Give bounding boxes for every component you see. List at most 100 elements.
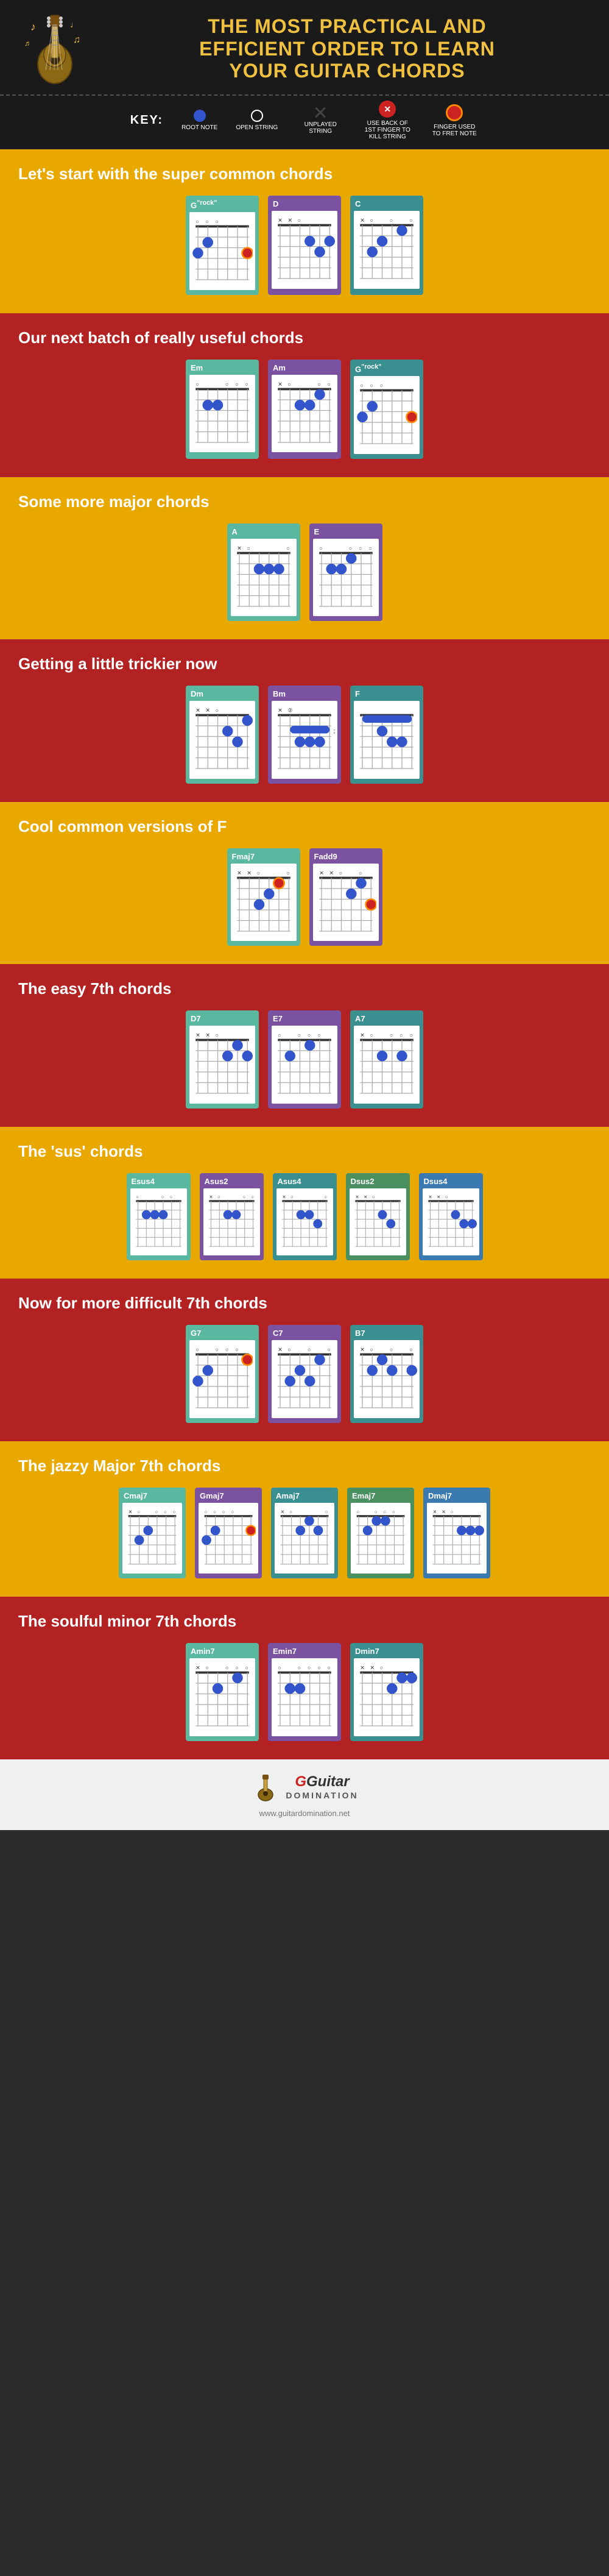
svg-text:✕: ✕ — [128, 1509, 133, 1514]
chord-name-d7: D7 — [189, 1014, 255, 1023]
svg-text:✕: ✕ — [360, 1032, 364, 1038]
chord-diagram-amaj7: ✕ ○ ○ — [277, 1506, 332, 1568]
svg-text:♩: ♩ — [70, 20, 79, 29]
chord-card-cmaj7: Cmaj7 ✕ ○ ○ ○ ○ — [119, 1488, 186, 1578]
chord-grid-asus4: ✕ ○ ○ — [276, 1188, 333, 1256]
chord-grid-dsus4: ✕ ✕ ○ — [423, 1188, 479, 1256]
footer-logo-g: G — [295, 1773, 306, 1790]
chord-diagram-am: ✕ ○ ○ ○ — [274, 378, 335, 447]
chord-card-c7: C7 ✕ ○ ○ ○ — [268, 1325, 341, 1423]
chord-diagram-emin7: ○ ○ ○ ○ ○ — [274, 1662, 335, 1731]
svg-text:✕: ✕ — [281, 1509, 285, 1514]
key-section: KEY: ROOT NOTE OPEN STRING UNPLAYED STRI… — [0, 94, 609, 149]
svg-text:○: ○ — [319, 545, 322, 551]
chord-diagram-fadd9: ✕ ✕ ○ ○ — [315, 867, 376, 936]
svg-text:○: ○ — [195, 1347, 199, 1353]
section-more-major: Some more major chords A ✕ ○ ○ — [0, 477, 609, 640]
section-difficult-7th: Now for more difficult 7th chords G7 ○ ○… — [0, 1279, 609, 1441]
svg-text:○: ○ — [216, 708, 219, 714]
chord-diagram-g-rock-2: ○ ○ ○ — [356, 380, 417, 449]
chord-grid-e7: ○ ○ ○ ○ — [272, 1026, 337, 1104]
svg-text:○: ○ — [368, 545, 371, 551]
svg-text:✕: ✕ — [195, 1032, 200, 1038]
svg-text:○: ○ — [205, 1509, 208, 1514]
chord-grid-am: ✕ ○ ○ ○ — [272, 375, 337, 453]
svg-text:○: ○ — [155, 1509, 158, 1514]
section-really-useful: Our next batch of really useful chords E… — [0, 313, 609, 477]
chord-name-em: Em — [189, 363, 255, 372]
chord-grid-fadd9: ✕ ✕ ○ ○ — [313, 864, 379, 942]
chords-row-jazzy-7th: Cmaj7 ✕ ○ ○ ○ ○ — [18, 1488, 591, 1578]
svg-text:○: ○ — [245, 1665, 248, 1671]
chord-name-dsus2: Dsus2 — [350, 1177, 406, 1186]
footer-logo: GGuitar — [286, 1773, 358, 1790]
svg-text:✕: ✕ — [237, 545, 241, 551]
fret-note-icon — [446, 104, 463, 121]
chord-name-c: C — [354, 199, 420, 208]
svg-text:✕: ✕ — [442, 1509, 446, 1514]
chord-name-fmaj7: Fmaj7 — [231, 852, 297, 861]
chord-name-a: A — [231, 527, 297, 536]
chord-diagram-em: ○ ○ ○ ○ — [192, 378, 253, 447]
svg-text:○: ○ — [286, 870, 289, 876]
svg-text:○: ○ — [213, 1509, 216, 1514]
chord-name-amaj7: Amaj7 — [275, 1491, 334, 1500]
svg-text:○: ○ — [375, 1509, 378, 1514]
chord-name-dmin7: Dmin7 — [354, 1647, 420, 1656]
chord-card-dmin7: Dmin7 ✕ ✕ ○ — [350, 1643, 423, 1741]
svg-text:○: ○ — [169, 1194, 172, 1199]
chord-name-g7: G7 — [189, 1329, 255, 1338]
svg-text:✕: ✕ — [278, 708, 282, 714]
svg-text:○: ○ — [308, 1347, 311, 1353]
svg-text:✕: ✕ — [319, 870, 323, 876]
chord-card-esus4: Esus4 ○ ○ ○ — [127, 1173, 191, 1261]
chord-diagram-fmaj7: ✕ ✕ ○ ○ — [233, 867, 294, 936]
svg-text:○: ○ — [289, 1509, 292, 1514]
chord-card-b7: B7 ✕ ○ ○ ○ — [350, 1325, 423, 1423]
chord-grid-cmaj7: ✕ ○ ○ ○ ○ — [122, 1503, 182, 1574]
svg-text:○: ○ — [256, 870, 259, 876]
chord-diagram-dm: ✕ ✕ ○ — [192, 704, 253, 773]
chord-card-emin7: Emin7 ○ ○ ○ ○ ○ — [268, 1643, 341, 1741]
chord-name-e: E — [313, 527, 379, 536]
svg-text:○: ○ — [349, 545, 352, 551]
svg-text:○: ○ — [225, 381, 228, 387]
chord-diagram-g7: ○ ○ ○ ○ — [192, 1344, 253, 1413]
chord-name-b7: B7 — [354, 1329, 420, 1338]
key-root-note: ROOT NOTE — [181, 110, 217, 131]
svg-text:○: ○ — [384, 1509, 387, 1514]
chord-card-d7: D7 ✕ ✕ ○ — [186, 1010, 259, 1109]
section-title-soulful-7th: The soulful minor 7th chords — [18, 1612, 591, 1631]
chord-grid-dm: ✕ ✕ ○ — [189, 701, 255, 779]
svg-text:○: ○ — [286, 545, 289, 551]
chord-grid-g7: ○ ○ ○ ○ — [189, 1340, 255, 1418]
unplayed-string-label: UNPLAYED STRING — [296, 121, 345, 135]
chord-diagram-amin7: ✕ ○ ○ ○ ○ — [192, 1662, 253, 1731]
svg-text:✕: ✕ — [355, 1194, 359, 1199]
svg-text:○: ○ — [371, 1194, 374, 1199]
svg-text:♫: ♫ — [73, 35, 80, 45]
key-kill-string: ✕ USE BACK OF 1ST FINGER TO KILL STRING — [363, 101, 412, 140]
chord-diagram-bm: ✕ ② — [274, 704, 335, 773]
svg-text:○: ○ — [242, 1194, 245, 1199]
section-title-trickier: Getting a little trickier now — [18, 655, 591, 673]
svg-text:○: ○ — [317, 1032, 320, 1038]
svg-text:○: ○ — [288, 381, 291, 387]
chord-name-g-rock: G"rock" — [189, 199, 255, 210]
chord-name-a7: A7 — [354, 1014, 420, 1023]
chord-grid-fmaj7: ✕ ✕ ○ ○ — [231, 864, 297, 942]
svg-text:○: ○ — [328, 381, 331, 387]
svg-text:○: ○ — [392, 1509, 395, 1514]
root-note-icon — [194, 110, 206, 122]
chords-row-soulful-7th: Amin7 ✕ ○ ○ ○ ○ — [18, 1643, 591, 1741]
section-super-common: Let's start with the super common chords… — [0, 149, 609, 313]
chord-diagram-dmaj7: ✕ ✕ ○ — [429, 1506, 484, 1568]
svg-text:○: ○ — [216, 219, 219, 225]
chord-card-c: C ✕ ○ ○ ○ — [350, 196, 423, 295]
chords-row-sus: Esus4 ○ ○ ○ — [18, 1173, 591, 1261]
chord-diagram-dmin7: ✕ ✕ ○ — [356, 1662, 417, 1731]
svg-text:✕: ✕ — [433, 1509, 437, 1514]
chord-card-amaj7: Amaj7 ✕ ○ ○ — [271, 1488, 338, 1578]
footer-domination: Domination — [286, 1790, 358, 1800]
svg-text:✕: ✕ — [237, 870, 241, 876]
